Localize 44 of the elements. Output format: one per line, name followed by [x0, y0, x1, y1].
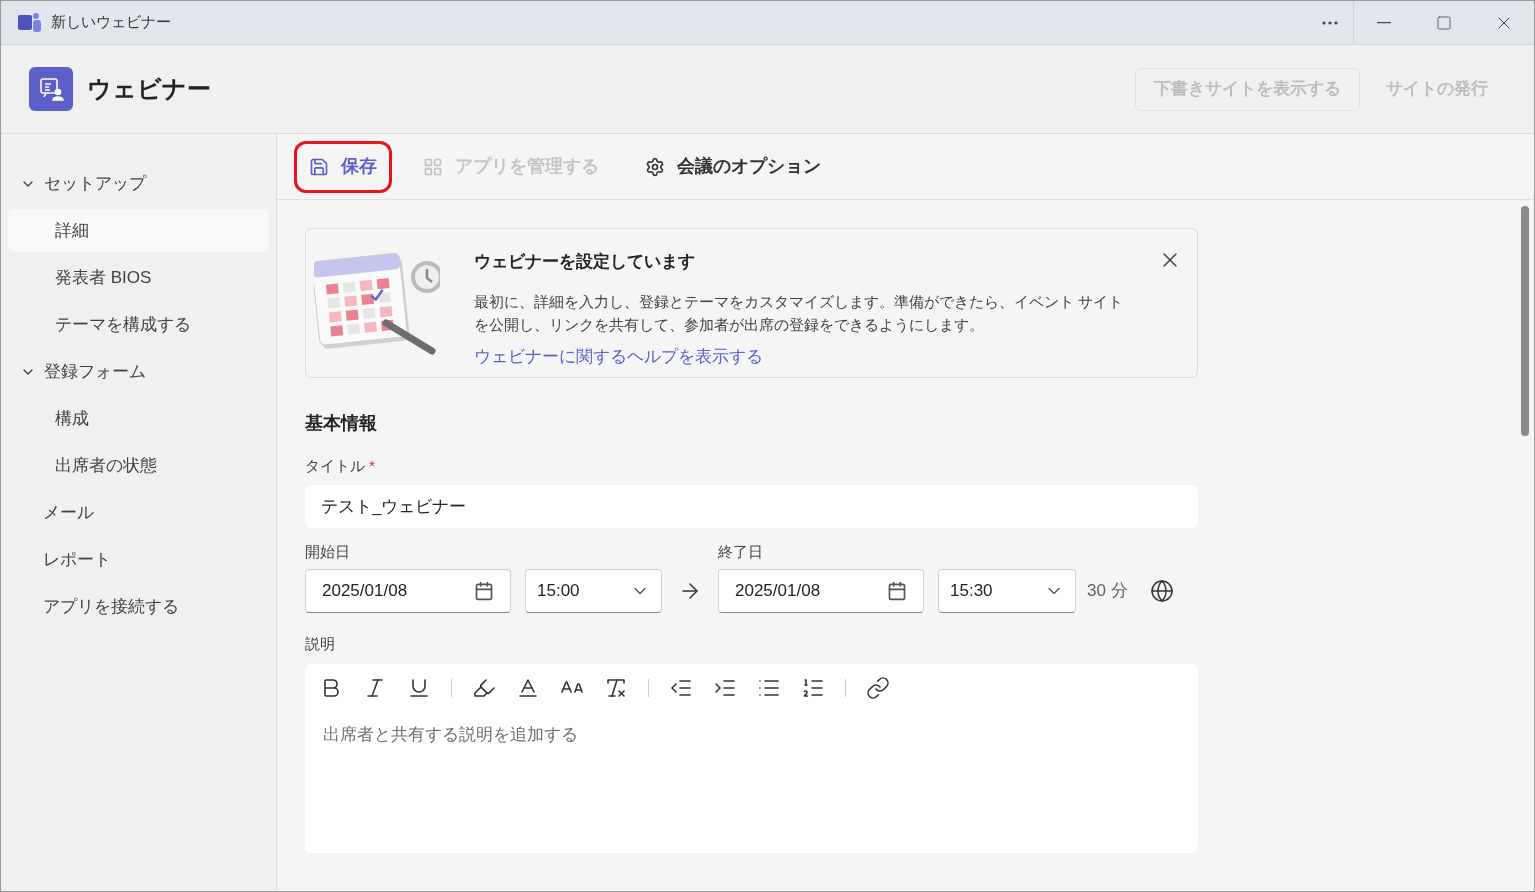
banner-title: ウェビナーを設定しています — [474, 251, 696, 273]
end-time-dropdown[interactable]: 15:30 — [938, 569, 1076, 613]
duration-text: 30 分 — [1087, 580, 1128, 603]
globe-icon — [1149, 579, 1174, 603]
maximize-icon — [1436, 14, 1452, 31]
sidebar-item[interactable]: 登録フォーム — [8, 350, 269, 393]
field-label: 開始日 — [305, 541, 351, 562]
minimize-icon — [1377, 21, 1391, 24]
title-input[interactable]: テスト_ウェビナー — [305, 484, 1198, 528]
start-time-dropdown[interactable]: 15:00 — [525, 569, 662, 613]
start-date-field[interactable]: 2025/01/08 — [305, 569, 511, 613]
calendar-icon — [887, 581, 907, 601]
scrollbar-thumb[interactable] — [1521, 206, 1529, 436]
sidebar-item[interactable]: メール — [8, 491, 269, 534]
sidebar-item[interactable]: 発表者 BIOS — [8, 256, 269, 299]
webinar-app-icon — [29, 67, 73, 111]
app-logo-icon — [18, 11, 42, 34]
save-button[interactable]: 保存 — [294, 140, 392, 193]
page-title: ウェビナー — [87, 74, 211, 104]
settings-icon — [645, 156, 665, 177]
sidebar-item[interactable]: アプリを接続する — [8, 585, 269, 628]
sidebar-item[interactable]: 出席者の状態 — [8, 444, 269, 487]
field-label: 終了日 — [718, 541, 764, 562]
help-link[interactable]: ウェビナーに関するヘルプを表示する — [474, 343, 1124, 369]
sidebar-item[interactable]: セットアップ — [8, 162, 269, 205]
save-icon — [309, 156, 329, 177]
link-icon[interactable] — [866, 675, 890, 700]
calendar-icon — [474, 581, 494, 601]
section-heading: 基本情報 — [305, 412, 378, 435]
required-mark: * — [369, 456, 375, 476]
banner-description: 最初に、詳細を入力し、登録とテーマをカスタマイズします。準備ができたら、イベント サイトを公開し、リンクを共有して、参加者が出席の登録をできるようにします。 — [474, 292, 1124, 335]
description-input[interactable]: 出席者と共有する説明を追加する — [319, 721, 1184, 853]
window-title: 新しいウェビナー — [51, 12, 171, 33]
sidebar-item[interactable]: 構成 — [8, 397, 269, 440]
end-date-field[interactable]: 2025/01/08 — [718, 569, 924, 613]
grid-icon — [423, 156, 443, 177]
description-editor[interactable]: 出席者と共有する説明を追加する — [305, 663, 1198, 853]
field-label: 説明 — [305, 634, 336, 654]
field-label: タイトル — [305, 456, 365, 476]
sidebar-item[interactable]: レポート — [8, 538, 269, 581]
sidebar-item[interactable]: テーマを構成する — [8, 303, 269, 346]
more-icon — [1321, 20, 1338, 25]
meeting-options-button[interactable]: 会議のオプション — [630, 140, 836, 193]
sidebar-item[interactable]: 詳細 — [8, 209, 269, 252]
